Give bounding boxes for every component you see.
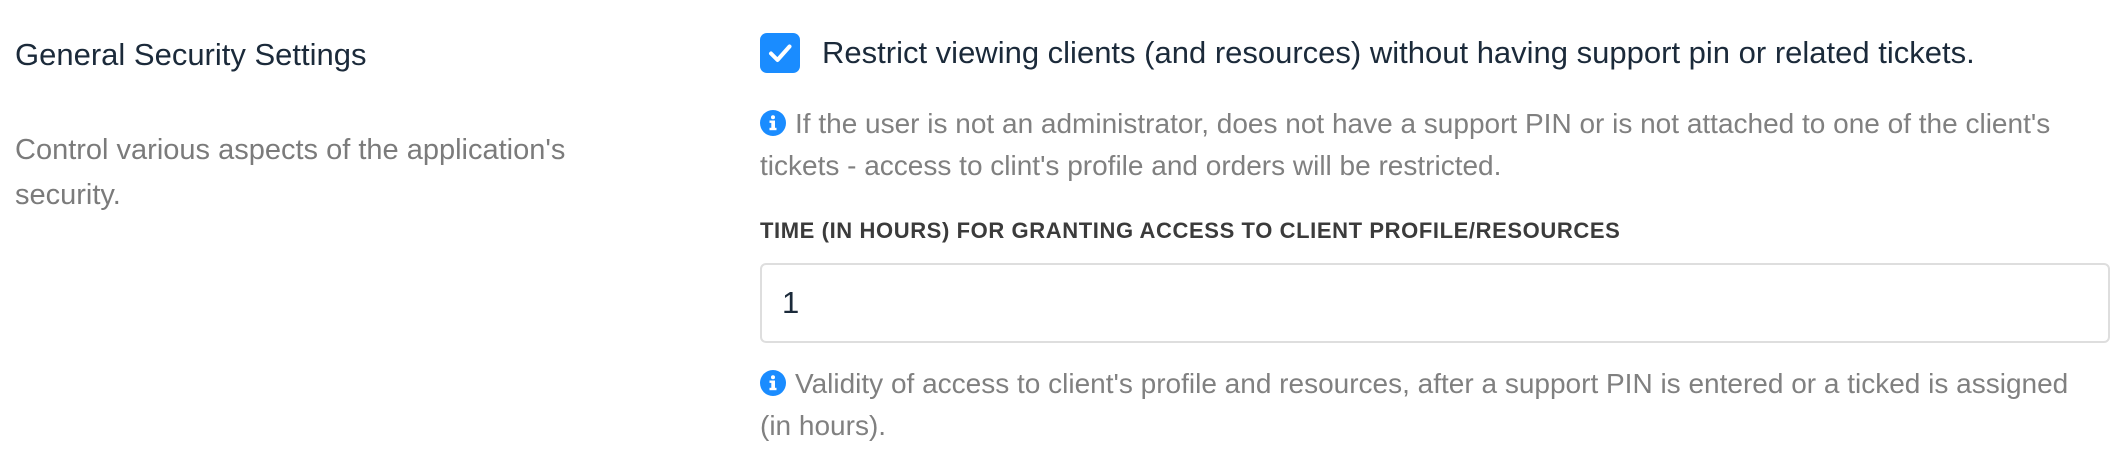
- restrict-viewing-checkbox[interactable]: [760, 33, 800, 73]
- general-security-settings-section: General Security Settings Control variou…: [0, 0, 2118, 475]
- access-time-input[interactable]: [760, 263, 2110, 343]
- checkmark-icon: [769, 44, 792, 62]
- restrict-viewing-help: If the user is not an administrator, doe…: [760, 103, 2090, 187]
- restrict-viewing-label[interactable]: Restrict viewing clients (and resources)…: [822, 33, 1975, 73]
- access-time-help-text: Validity of access to client's profile a…: [760, 368, 2069, 441]
- section-description: Control various aspects of the applicati…: [15, 134, 566, 211]
- access-time-label: TIME (IN HOURS) FOR GRANTING ACCESS TO C…: [760, 218, 1621, 243]
- section-title: General Security Settings: [15, 37, 367, 72]
- info-circle-icon: [760, 110, 786, 136]
- access-time-help: Validity of access to client's profile a…: [760, 363, 2090, 447]
- info-circle-icon: [760, 370, 786, 396]
- restrict-viewing-option: Restrict viewing clients (and resources)…: [760, 28, 2110, 78]
- section-header: General Security Settings Control variou…: [15, 34, 655, 218]
- settings-form: Restrict viewing clients (and resources)…: [760, 28, 2110, 447]
- restrict-viewing-help-text: If the user is not an administrator, doe…: [760, 108, 2051, 181]
